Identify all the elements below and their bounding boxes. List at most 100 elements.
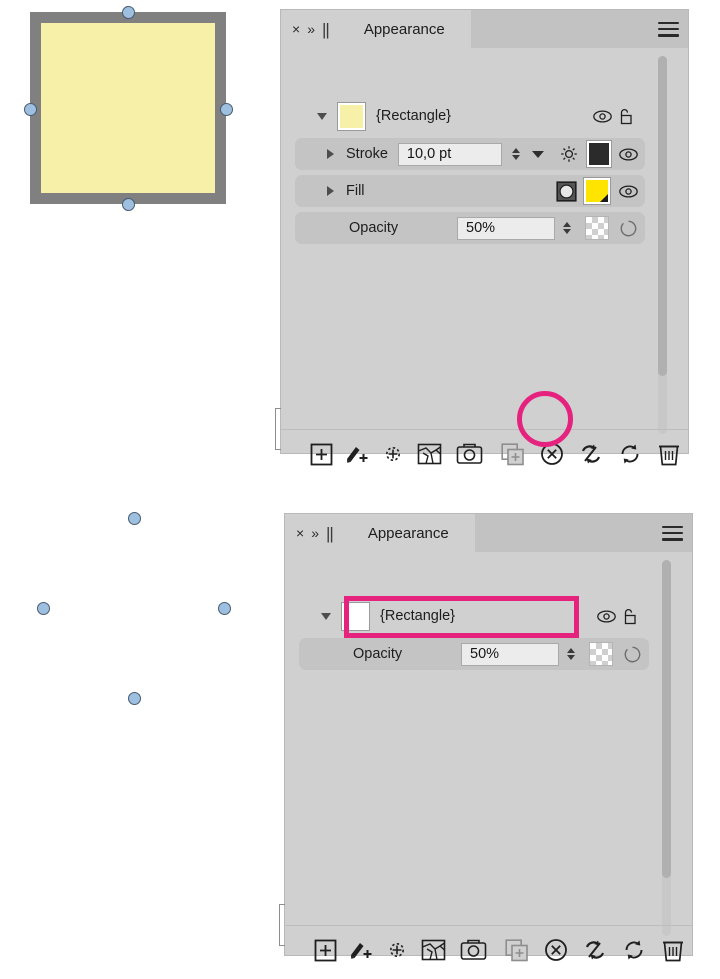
- panel-tabbar: × » || Appearance: [285, 514, 692, 552]
- fill-swatch-corner-marker: [600, 194, 608, 202]
- panel-grip-icon[interactable]: ||: [322, 21, 330, 38]
- add-new-stroke-icon[interactable]: [303, 443, 339, 466]
- duplicate-item-icon[interactable]: [493, 442, 533, 466]
- add-new-effect-icon[interactable]: [379, 938, 415, 962]
- opacity-label[interactable]: Opacity: [353, 646, 402, 662]
- disclosure-triangle-open-icon[interactable]: [317, 112, 327, 120]
- clear-appearance-icon[interactable]: [536, 938, 576, 962]
- panel-scrollbar-thumb[interactable]: [658, 56, 667, 376]
- stroke-weight-dropdown-icon[interactable]: [531, 150, 544, 158]
- panel-tab-controls: × » ||: [285, 514, 342, 552]
- anchor-point-left[interactable]: [37, 602, 50, 615]
- panel-tabbar: × » || Appearance: [281, 10, 688, 48]
- eye-icon[interactable]: [617, 184, 639, 198]
- appearance-row-opacity[interactable]: Opacity 50%: [295, 212, 645, 244]
- delete-item-icon[interactable]: [650, 442, 688, 466]
- stroke-weight-value: 10,0 pt: [406, 146, 452, 162]
- anchor-point-top[interactable]: [128, 512, 141, 525]
- add-new-effect-icon[interactable]: [375, 442, 411, 466]
- opacity-knockout-icon[interactable]: [617, 220, 639, 237]
- fill-type-circle-icon[interactable]: [554, 180, 578, 202]
- artwork-canvas-bottom: [30, 508, 235, 708]
- panel-body: {Rectangle} Opacity 50%: [285, 552, 692, 962]
- stroke-weight-stepper[interactable]: [507, 148, 524, 160]
- opacity-input[interactable]: 50%: [461, 642, 559, 666]
- tab-appearance-label: Appearance: [367, 524, 449, 542]
- panel-footer-toolbar: [281, 429, 688, 478]
- disclosure-triangle-open-icon[interactable]: [321, 612, 331, 620]
- close-panel-icon[interactable]: ×: [292, 22, 300, 36]
- collapse-panel-icon[interactable]: »: [311, 526, 319, 540]
- appearance-row-opacity[interactable]: Opacity 50%: [299, 638, 649, 670]
- appearance-row-fill[interactable]: Fill: [295, 175, 645, 207]
- anchor-point-right[interactable]: [218, 602, 231, 615]
- rectangle-shape-top[interactable]: [30, 12, 226, 204]
- collapse-panel-icon[interactable]: »: [307, 22, 315, 36]
- panel-body: {Rectangle} Stroke 10,0 pt Fill Opacity …: [281, 48, 688, 466]
- disclosure-triangle-closed-icon[interactable]: [327, 149, 334, 159]
- panel-grip-icon[interactable]: ||: [326, 525, 334, 542]
- clear-effects-icon[interactable]: [411, 442, 447, 466]
- add-new-fill-icon[interactable]: [339, 442, 375, 466]
- clear-effects-icon[interactable]: [415, 938, 451, 962]
- anchor-point-bottom[interactable]: [128, 692, 141, 705]
- target-thumbnail-swatch[interactable]: [341, 601, 370, 631]
- add-new-stroke-icon[interactable]: [307, 939, 343, 962]
- opacity-input[interactable]: 50%: [457, 216, 555, 240]
- new-graphic-style-icon[interactable]: [451, 939, 497, 961]
- unlocked-padlock-icon[interactable]: [617, 608, 641, 625]
- redefine-graphic-style-icon[interactable]: [614, 938, 654, 962]
- target-label: {Rectangle}: [380, 608, 455, 624]
- hamburger-menu-icon: [657, 21, 679, 37]
- target-thumbnail-swatch[interactable]: [337, 101, 366, 131]
- opacity-label[interactable]: Opacity: [349, 220, 398, 236]
- opacity-stepper[interactable]: [562, 648, 580, 660]
- artwork-canvas-top: [24, 6, 233, 211]
- anchor-point-bottom[interactable]: [122, 198, 135, 211]
- transparency-checkerboard-icon[interactable]: [589, 642, 613, 666]
- opacity-value: 50%: [466, 220, 496, 236]
- target-label: {Rectangle}: [376, 108, 451, 124]
- transparency-checkerboard-icon[interactable]: [585, 216, 609, 240]
- panel-scrollbar-thumb[interactable]: [662, 560, 671, 878]
- redefine-graphic-style-icon[interactable]: [610, 442, 650, 466]
- appearance-target-row[interactable]: {Rectangle}: [299, 600, 649, 632]
- disclosure-triangle-closed-icon[interactable]: [327, 186, 334, 196]
- appearance-panel-top: × » || Appearance {Rectangle} Stroke 10,…: [275, 10, 688, 466]
- panel-scrollbar-track[interactable]: [658, 56, 667, 434]
- stroke-options-gear-icon[interactable]: [558, 144, 581, 164]
- anchor-point-right[interactable]: [220, 103, 233, 116]
- appearance-panel-bottom: × » || Appearance {Rectangle} Opacity 50…: [279, 514, 692, 962]
- duplicate-item-icon[interactable]: [497, 938, 537, 962]
- new-graphic-style-icon[interactable]: [447, 443, 493, 465]
- eye-icon[interactable]: [591, 109, 613, 123]
- hamburger-menu-icon: [661, 525, 683, 541]
- opacity-stepper[interactable]: [558, 222, 576, 234]
- close-panel-icon[interactable]: ×: [296, 526, 304, 540]
- appearance-row-stroke[interactable]: Stroke 10,0 pt: [295, 138, 645, 170]
- tabbar-filler: [470, 10, 648, 48]
- reduce-to-basic-appearance-icon[interactable]: [572, 442, 610, 466]
- add-new-fill-icon[interactable]: [343, 938, 379, 962]
- stroke-label: Stroke: [346, 146, 388, 162]
- unlocked-padlock-icon[interactable]: [613, 108, 637, 125]
- reduce-to-basic-appearance-icon[interactable]: [576, 938, 614, 962]
- anchor-point-top[interactable]: [122, 6, 135, 19]
- eye-icon[interactable]: [595, 609, 617, 623]
- stroke-weight-input[interactable]: 10,0 pt: [397, 142, 503, 166]
- tabbar-filler: [474, 514, 652, 552]
- eye-icon[interactable]: [618, 147, 639, 161]
- tab-appearance[interactable]: Appearance: [341, 514, 475, 552]
- appearance-target-row[interactable]: {Rectangle}: [295, 100, 645, 132]
- panel-menu-button[interactable]: [652, 514, 692, 552]
- fill-color-swatch[interactable]: [583, 177, 611, 205]
- anchor-point-left[interactable]: [24, 103, 37, 116]
- stroke-color-swatch[interactable]: [585, 140, 613, 168]
- clear-appearance-icon[interactable]: [532, 442, 572, 466]
- panel-scrollbar-track[interactable]: [662, 560, 671, 936]
- delete-item-icon[interactable]: [654, 938, 692, 962]
- panel-menu-button[interactable]: [648, 10, 688, 48]
- opacity-knockout-icon[interactable]: [621, 646, 643, 663]
- opacity-value: 50%: [470, 646, 500, 662]
- tab-appearance[interactable]: Appearance: [337, 10, 471, 48]
